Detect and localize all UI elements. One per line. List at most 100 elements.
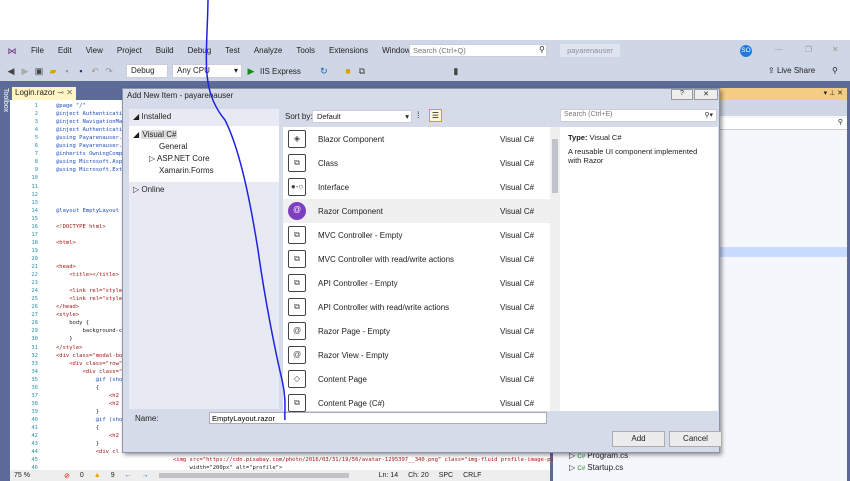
template-icon: ⧉ (288, 250, 306, 268)
template-search-input[interactable]: Search (Ctrl+E) ⚲▾ (560, 109, 717, 122)
template-item[interactable]: @ Razor Component Visual C# (283, 199, 550, 223)
doc-tab-login-razor[interactable]: Login.razor ⊸ ✕ (12, 87, 76, 100)
scrollbar-thumb[interactable] (552, 139, 558, 193)
live-share-label: Live Share (776, 66, 816, 75)
configuration-dropdown[interactable]: Debug (126, 64, 168, 78)
tree-xamarin-forms[interactable]: Xamarin.Forms (159, 166, 214, 175)
toolbox-tab[interactable]: Toolbox (0, 88, 9, 112)
new-project-icon[interactable]: ▣ (34, 66, 44, 76)
sort-by-dropdown[interactable]: Default ▾ (312, 110, 412, 123)
close-tab-icon[interactable]: ⊸ ✕ (57, 88, 73, 97)
template-language: Visual C# (500, 158, 535, 168)
redo-icon[interactable]: ↷ (104, 66, 114, 76)
tree-installed[interactable]: ◢ Installed (133, 112, 171, 121)
code-line: } (56, 441, 100, 448)
list-view-button[interactable]: ☰ (429, 109, 442, 122)
cancel-button[interactable]: Cancel (669, 431, 722, 447)
template-item[interactable]: ⧉ Class Visual C# (283, 151, 550, 175)
close-window-button[interactable]: ✕ (832, 45, 839, 54)
selected-solution-item[interactable] (720, 247, 847, 257)
dialog-close-button[interactable]: ✕ (694, 89, 718, 100)
line-number: 38 (31, 400, 38, 407)
horizontal-scrollbar[interactable] (158, 473, 349, 478)
template-item[interactable]: ◇ Content Page Visual C# (283, 367, 550, 391)
name-input[interactable] (209, 412, 547, 424)
menu-project[interactable]: Project (110, 46, 149, 55)
minimize-button[interactable]: — (775, 45, 783, 54)
line-number: 3 (34, 119, 38, 126)
tree-visual-csharp[interactable]: ◢ Visual C# (133, 130, 178, 139)
template-item[interactable]: ⧉ API Controller with read/write actions V… (283, 295, 550, 319)
forward-icon[interactable]: ▶ (20, 66, 30, 76)
dialog-title: Add New Item - payarenauser (127, 91, 234, 100)
template-icon: ⧉ (288, 274, 306, 292)
menu-build[interactable]: Build (149, 46, 181, 55)
template-detail-panel: Type: Visual C# A reusable UI component … (560, 127, 718, 411)
menu-extensions[interactable]: Extensions (322, 46, 375, 55)
code-line: @page "/" (56, 103, 86, 109)
tree-aspnet-core[interactable]: ▷ ASP.NET Core (149, 154, 210, 163)
folder-icon[interactable]: ■ (343, 66, 353, 76)
play-icon[interactable]: ▶ (246, 66, 256, 76)
line-number: 41 (31, 425, 38, 431)
menu-edit[interactable]: Edit (51, 46, 79, 55)
quick-launch-search[interactable] (409, 44, 547, 57)
tree-general[interactable]: General (159, 142, 187, 151)
search-icon: ⚲ (539, 45, 545, 54)
name-label: Name: (135, 414, 159, 423)
template-icon: ⧉ (288, 394, 306, 412)
save-all-icon[interactable]: ▪ (76, 66, 86, 76)
menu-debug[interactable]: Debug (181, 46, 219, 55)
template-item[interactable]: ⧉ MVC Controller - Empty Visual C# (283, 223, 550, 247)
pin-close-icon[interactable]: ▾ ⊥ ✕ (824, 89, 843, 97)
line-number: 10 (31, 175, 38, 182)
code-line: <h2 (56, 392, 119, 399)
refresh-icon[interactable]: ↻ (319, 66, 329, 76)
menu-file[interactable]: File (24, 46, 51, 55)
template-item[interactable]: ◈ Blazor Component Visual C# (283, 127, 550, 151)
save-icon[interactable]: ▪ (62, 66, 72, 76)
line-number: 1 (34, 103, 38, 109)
line-number: 28 (31, 320, 38, 327)
menu-analyze[interactable]: Analyze (247, 46, 289, 55)
solution-explorer-search[interactable]: ⚲ (720, 118, 847, 130)
help-button[interactable]: ? (671, 89, 693, 100)
code-line: } (56, 336, 73, 343)
feedback-icon[interactable]: ⚲ (832, 66, 838, 75)
solution-item-startup[interactable]: ▷ C# Startup.cs (569, 463, 623, 472)
template-item[interactable]: ●-○ Interface Visual C# (283, 175, 550, 199)
template-language: Visual C# (500, 374, 535, 384)
code-line: </style> (56, 344, 83, 351)
nav-back-icon[interactable]: ← (125, 472, 132, 479)
menu-view[interactable]: View (79, 46, 110, 55)
open-icon[interactable]: ▰ (48, 66, 58, 76)
error-count[interactable]: 0 (80, 472, 84, 479)
zoom-level[interactable]: 75 % (14, 472, 54, 479)
code-line: @inject Authenticati (56, 111, 123, 118)
nav-forward-icon[interactable]: → (142, 472, 149, 479)
menu-tools[interactable]: Tools (289, 46, 322, 55)
template-icon: ◈ (288, 130, 306, 148)
template-item[interactable]: ⧉ API Controller - Empty Visual C# (283, 271, 550, 295)
add-button[interactable]: Add (612, 431, 665, 447)
template-item[interactable]: ⧉ MVC Controller with read/write actions V… (283, 247, 550, 271)
tree-online[interactable]: ▷ Online (133, 185, 165, 194)
user-avatar[interactable]: SO (740, 45, 752, 57)
sort-value: Default (317, 112, 341, 121)
live-share-button[interactable]: ⇪ Live Share (768, 66, 815, 75)
run-button[interactable]: IIS Express (260, 67, 301, 76)
screenshot-icon[interactable]: ⧉ (357, 66, 367, 76)
undo-icon[interactable]: ↶ (90, 66, 100, 76)
restore-button[interactable]: ❐ (805, 45, 812, 54)
template-item[interactable]: @ Razor Page - Empty Visual C# (283, 319, 550, 343)
menu-test[interactable]: Test (218, 46, 247, 55)
line-number: 33 (31, 360, 38, 367)
medium-icons-view-button[interactable]: ⁞ (417, 110, 420, 120)
template-item[interactable]: @ Razor View - Empty Visual C# (283, 343, 550, 367)
back-icon[interactable]: ◀ (6, 66, 16, 76)
visual-studio-logo-icon: ⋈ (7, 45, 17, 56)
solution-name: payarenauser (560, 44, 620, 57)
warning-count[interactable]: 9 (111, 472, 115, 479)
platform-dropdown[interactable]: Any CPU ▾ (172, 64, 242, 78)
bookmark-icon[interactable]: ▮ (451, 66, 461, 76)
